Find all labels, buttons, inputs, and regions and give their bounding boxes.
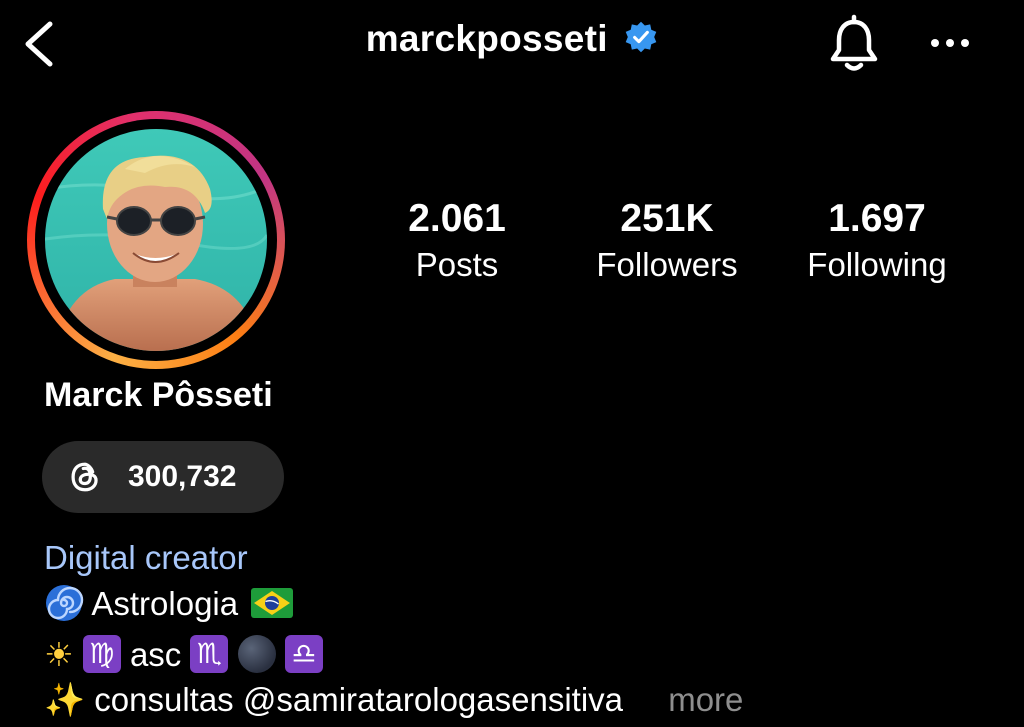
bio-astrologia-text: Astrologia [91,585,239,622]
profile-picture-story-ring[interactable] [27,111,285,369]
posts-count: 2.061 [408,197,506,240]
virgo-emoji-icon: ♍ [82,635,121,674]
followers-stat[interactable]: 251K Followers [582,196,752,288]
profile-photo [45,129,267,351]
followers-label: Followers [596,246,738,283]
avatar [45,129,267,351]
following-label: Following [807,246,947,283]
bio-mention-link[interactable]: @samiratarologasensitiva [243,681,623,718]
libra-emoji-icon: ♎ [284,635,323,674]
followers-count: 251K [620,197,714,240]
sun-emoji-icon: ☀ [44,635,74,674]
verified-badge-icon [626,21,657,53]
bio-line-zodiac: ☀ ♍ asc ♏ ♎ [44,634,323,676]
posts-stat[interactable]: 2.061 Posts [392,196,522,288]
bell-icon [830,14,878,71]
cyclone-emoji-icon [46,585,84,622]
notifications-bell-button[interactable] [826,14,882,74]
more-options-button[interactable] [926,28,974,58]
threads-icon [71,462,98,492]
bio-consultas-text: consultas [94,681,234,718]
bio-more-link[interactable]: more [668,681,743,718]
following-stat[interactable]: 1.697 Following [792,196,962,288]
more-horizontal-icon [931,39,969,47]
username-title: marckposseti [365,18,608,59]
profile-category: Digital creator [44,539,248,576]
bio-asc-text: asc [129,636,182,673]
profile-display-name: Marck Pôsseti [44,376,273,414]
new-moon-emoji-icon [237,635,276,674]
threads-follower-count: 300,732 [128,460,237,493]
scorpio-emoji-icon: ♏ [190,635,229,674]
bio-line-consultas: ✨ consultas @samiratarologasensitiva mor… [44,679,743,721]
sparkles-emoji-icon: ✨ [44,680,86,719]
bio-line-astrologia: Astrologia [44,583,294,625]
following-count: 1.697 [828,197,926,240]
threads-badge-button[interactable]: 300,732 [42,441,284,513]
posts-label: Posts [415,246,499,283]
top-navigation-bar: marckposseti [0,0,1024,90]
brazil-flag-icon [251,588,294,619]
